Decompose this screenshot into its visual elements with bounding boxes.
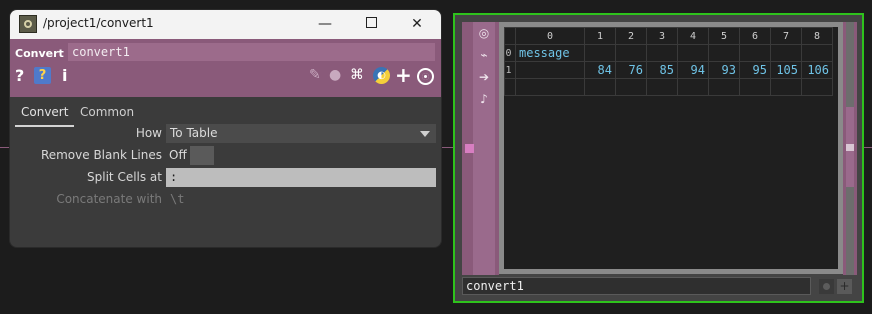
table-cell-empty	[615, 78, 647, 96]
table-viewer: 0 1 2 3 4 5 6 7 8 0 message 1 84 76 85 9…	[499, 22, 843, 274]
table-cell	[708, 44, 740, 62]
remove-blank-lines-state: Off	[169, 148, 187, 162]
split-cells-at-field[interactable]: :	[166, 168, 436, 187]
column-header: 4	[677, 27, 709, 45]
operator-type-label: Convert	[15, 47, 64, 60]
operator-app-icon	[19, 15, 37, 33]
table-cell: 105	[770, 61, 802, 79]
row-index: 1	[504, 61, 516, 79]
output-connector[interactable]	[846, 144, 854, 151]
column-header: 5	[708, 27, 740, 45]
param-how: How To Table	[10, 123, 441, 143]
table-cell-empty	[770, 78, 802, 96]
operator-name-field[interactable]: convert1	[68, 43, 435, 61]
table-cell	[801, 44, 833, 62]
node-flag-bar: ◎ ⌁ ➔ ♪	[473, 22, 495, 275]
window-title: /project1/convert1	[43, 16, 154, 30]
node-name-field[interactable]: convert1	[462, 277, 811, 295]
table-cell: 85	[646, 61, 678, 79]
param-split-cells-at-label: Split Cells at	[87, 170, 162, 184]
column-header: 2	[615, 27, 647, 45]
edit-pencil-icon[interactable]: ✎	[309, 67, 321, 84]
chevron-down-icon	[420, 131, 430, 137]
operator-toolbar: ? ? i ✎ ● ⌘ ◐ +	[10, 63, 441, 89]
table-cell: message	[515, 44, 585, 62]
python-help-icon[interactable]: ?	[34, 67, 51, 84]
minimize-button[interactable]: —	[310, 13, 340, 35]
table-row-empty	[504, 78, 833, 96]
table-cell-empty	[677, 78, 709, 96]
row-index: 0	[504, 44, 516, 62]
help-icon[interactable]: ?	[15, 66, 24, 85]
table-row: 1 84 76 85 94 93 95 105 106	[504, 61, 833, 79]
bypass-icon[interactable]: ⌁	[476, 47, 492, 63]
data-table: 0 1 2 3 4 5 6 7 8 0 message 1 84 76 85 9…	[504, 27, 833, 96]
table-cell: 94	[677, 61, 709, 79]
corner-cell	[504, 27, 516, 45]
lock-icon[interactable]: ♪	[476, 91, 492, 107]
title-bar[interactable]: /project1/convert1 — ✕	[10, 10, 441, 39]
target-icon[interactable]	[417, 68, 434, 85]
table-cell	[770, 44, 802, 62]
clone-icon[interactable]: ⌘	[350, 67, 364, 84]
input-connector[interactable]	[465, 144, 474, 153]
table-cell	[646, 44, 678, 62]
how-dropdown-value: To Table	[170, 126, 218, 140]
column-header: 6	[739, 27, 771, 45]
param-concatenate-with: Concatenate with \t	[10, 189, 441, 209]
output-wire	[864, 147, 872, 148]
tab-common[interactable]: Common	[80, 105, 134, 119]
expand-icon[interactable]: +	[837, 279, 852, 294]
param-how-label: How	[135, 126, 162, 140]
close-button[interactable]: ✕	[402, 13, 432, 35]
table-header-row: 0 1 2 3 4 5 6 7 8	[504, 27, 833, 45]
table-cell: 93	[708, 61, 740, 79]
column-header: 8	[801, 27, 833, 45]
table-cell-empty	[708, 78, 740, 96]
how-dropdown[interactable]: To Table	[166, 124, 436, 143]
column-header: 1	[584, 27, 616, 45]
column-header: 0	[515, 27, 585, 45]
add-icon[interactable]: +	[395, 65, 412, 85]
operator-header: Convert convert1 ? ? i ✎ ● ⌘ ◐ +	[10, 39, 441, 97]
table-cell-empty	[801, 78, 833, 96]
param-remove-blank-lines-label: Remove Blank Lines	[40, 148, 162, 162]
param-remove-blank-lines: Remove Blank Lines Off	[10, 145, 441, 165]
remove-blank-lines-toggle[interactable]	[190, 146, 214, 165]
node-right-bar	[843, 22, 857, 275]
table-cell	[677, 44, 709, 62]
table-cell-empty	[739, 78, 771, 96]
comment-icon[interactable]: ●	[329, 67, 341, 84]
row-index-empty	[504, 78, 516, 96]
table-cell: 84	[584, 61, 616, 79]
tab-convert[interactable]: Convert	[14, 105, 75, 127]
table-cell: 95	[739, 61, 771, 79]
data-table-area: 0 1 2 3 4 5 6 7 8 0 message 1 84 76 85 9…	[504, 27, 838, 269]
viewer-toggle-icon[interactable]: ◎	[476, 25, 492, 41]
table-cell	[515, 61, 585, 79]
maximize-button[interactable]	[356, 13, 386, 35]
table-cell: 106	[801, 61, 833, 79]
table-cell	[739, 44, 771, 62]
python-icon[interactable]: ◐	[373, 67, 390, 84]
table-cell-empty	[584, 78, 616, 96]
column-header: 3	[646, 27, 678, 45]
table-cell-empty	[646, 78, 678, 96]
arrow-right-icon[interactable]: ➔	[476, 69, 492, 85]
display-flag-icon[interactable]	[819, 279, 834, 294]
info-icon[interactable]: i	[62, 66, 67, 85]
table-cell	[615, 44, 647, 62]
concatenate-with-field: \t	[170, 192, 185, 206]
table-row: 0 message	[504, 44, 833, 62]
table-cell: 76	[615, 61, 647, 79]
column-header: 7	[770, 27, 802, 45]
param-split-cells-at: Split Cells at :	[10, 167, 441, 187]
parameter-window: /project1/convert1 — ✕ Convert convert1 …	[10, 10, 441, 247]
table-cell-empty	[515, 78, 585, 96]
maximize-icon	[365, 17, 377, 28]
table-cell	[584, 44, 616, 62]
input-wire	[0, 147, 10, 148]
convert-node[interactable]: ◎ ⌁ ➔ ♪ 0 1 2 3 4 5 6 7 8 0 message 1 84…	[453, 13, 864, 303]
param-concatenate-with-label: Concatenate with	[56, 192, 162, 206]
